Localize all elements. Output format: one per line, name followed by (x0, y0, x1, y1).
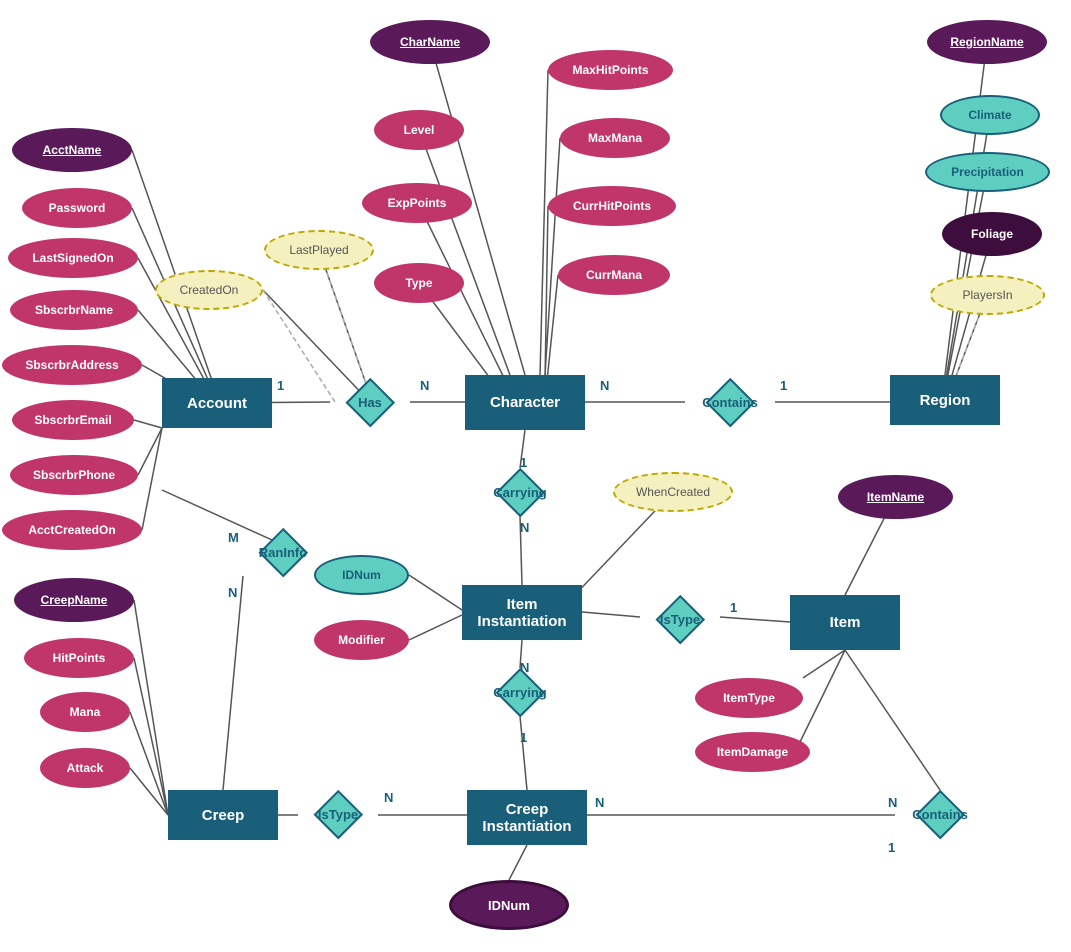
attribute-charname: CharName (370, 20, 490, 64)
attribute-password: Password (22, 188, 132, 228)
attribute-itemname: ItemName (838, 475, 953, 519)
relationship-carrying2: Carrying (480, 668, 560, 716)
attribute-type_attr: Type (374, 263, 464, 303)
attribute-whencreated: WhenCreated (613, 472, 733, 512)
relationship-istype1: IsType (640, 595, 720, 643)
attribute-regionname: RegionName (927, 20, 1047, 64)
cardinality-label: N (228, 585, 237, 600)
cardinality-label: N (420, 378, 429, 393)
entity-creep_instantiation: CreepInstantiation (467, 790, 587, 845)
relationship-istype2: IsType (298, 790, 378, 838)
attribute-itemdamage: ItemDamage (695, 732, 810, 772)
attribute-acctcreatedon: AcctCreatedOn (2, 510, 142, 550)
attribute-exppoints: ExpPoints (362, 183, 472, 223)
attribute-precipitation: Precipitation (925, 152, 1050, 192)
attribute-climate: Climate (940, 95, 1040, 135)
relationship-has: Has (330, 378, 410, 426)
cardinality-label: 1 (730, 600, 737, 615)
cardinality-label: N (570, 600, 579, 615)
attribute-maxhitpoints: MaxHitPoints (548, 50, 673, 90)
cardinality-label: 1 (228, 790, 235, 805)
entity-item: Item (790, 595, 900, 650)
relationship-carrying1: Carrying (480, 468, 560, 516)
cardinality-label: N (384, 790, 393, 805)
attribute-sbscrbrem: SbscrbrEmail (12, 400, 134, 440)
attribute-level: Level (374, 110, 464, 150)
attribute-idnum2: IDNum (449, 880, 569, 930)
er-diagram: Account Character Region Item ItemInstantiat… (0, 0, 1071, 952)
attribute-sbscrbraddress: SbscrbrAddress (2, 345, 142, 385)
relationship-contains1: Contains (685, 378, 775, 426)
cardinality-label: 1 (520, 730, 527, 745)
entity-creep: Creep (168, 790, 278, 840)
attribute-itemtype: ItemType (695, 678, 803, 718)
entity-region: Region (890, 375, 1000, 425)
cardinality-label: N (888, 795, 897, 810)
entity-account: Account (162, 378, 272, 428)
attribute-lastsignedon: LastSignedOn (8, 238, 138, 278)
cardinality-label: M (228, 530, 239, 545)
attribute-foliage: Foliage (942, 212, 1042, 256)
attribute-playersin: PlayersIn (930, 275, 1045, 315)
attribute-maxmana: MaxMana (560, 118, 670, 158)
attribute-acctname: AcctName (12, 128, 132, 172)
attribute-currhitpoints: CurrHitPoints (548, 186, 676, 226)
attribute-mana: Mana (40, 692, 130, 732)
attribute-sbscrbrphone: SbscrbrPhone (10, 455, 138, 495)
cardinality-label: N (595, 795, 604, 810)
cardinality-label: N (520, 520, 529, 535)
attribute-attack: Attack (40, 748, 130, 788)
cardinality-label: 1 (520, 455, 527, 470)
cardinality-label: 1 (780, 378, 787, 393)
attribute-creepname: CreepName (14, 578, 134, 622)
entity-character: Character (465, 375, 585, 430)
cardinality-label: 1 (888, 840, 895, 855)
cardinality-label: 1 (277, 378, 284, 393)
attribute-currmana: CurrMana (558, 255, 670, 295)
attribute-createdon: CreatedOn (155, 270, 263, 310)
attribute-hitpoints: HitPoints (24, 638, 134, 678)
entity-item_instantiation: ItemInstantiation (462, 585, 582, 640)
relationship-contains2: Contains (895, 790, 985, 838)
attribute-idnum1: IDNum (314, 555, 409, 595)
relationship-raninfo: RanInfo (243, 528, 323, 576)
attribute-lastplayed: LastPlayed (264, 230, 374, 270)
attribute-modifier: Modifier (314, 620, 409, 660)
cardinality-label: N (520, 660, 529, 675)
attribute-sbscrbrname: SbscrbrName (10, 290, 138, 330)
cardinality-label: N (600, 378, 609, 393)
